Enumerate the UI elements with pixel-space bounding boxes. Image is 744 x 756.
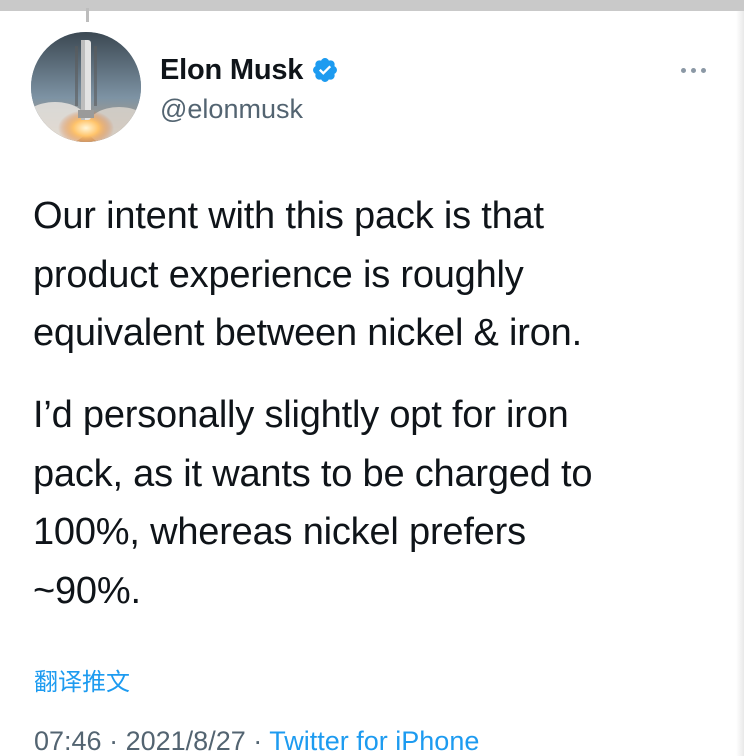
avatar[interactable] (31, 32, 141, 142)
meta-separator: · (109, 726, 119, 756)
dot (681, 67, 686, 73)
screenshot-frame: Elon Musk @elonmusk Our intent with this… (0, 0, 744, 756)
tweet-date[interactable]: 2021/8/27 (126, 726, 246, 756)
tweet-card: Elon Musk @elonmusk Our intent with this… (0, 11, 736, 756)
tweet-paragraph-1: Our intent with this pack is that produc… (33, 195, 582, 354)
name-row: Elon Musk (160, 52, 339, 88)
translate-tweet-link[interactable]: 翻译推文 (34, 662, 130, 697)
tweet-source-link[interactable]: Twitter for iPhone (269, 726, 479, 756)
meta-separator: · (253, 726, 263, 756)
tweet-metadata: 07:46 · 2021/8/27 · Twitter for iPhone (34, 726, 479, 756)
more-dots-icon[interactable] (681, 65, 711, 75)
right-edge-shadow (736, 11, 744, 756)
rocket-launch-avatar-icon (31, 32, 141, 142)
tweet-time[interactable]: 07:46 (34, 726, 102, 756)
top-divider (0, 0, 744, 11)
dot (701, 67, 706, 73)
tweet-paragraph-2: I’d personally slightly opt for iron pac… (33, 394, 593, 612)
author-identity: Elon Musk @elonmusk (160, 52, 339, 125)
author-handle[interactable]: @elonmusk (160, 94, 339, 125)
dot (691, 67, 696, 73)
display-name[interactable]: Elon Musk (160, 54, 303, 87)
verified-badge-icon (311, 56, 339, 84)
